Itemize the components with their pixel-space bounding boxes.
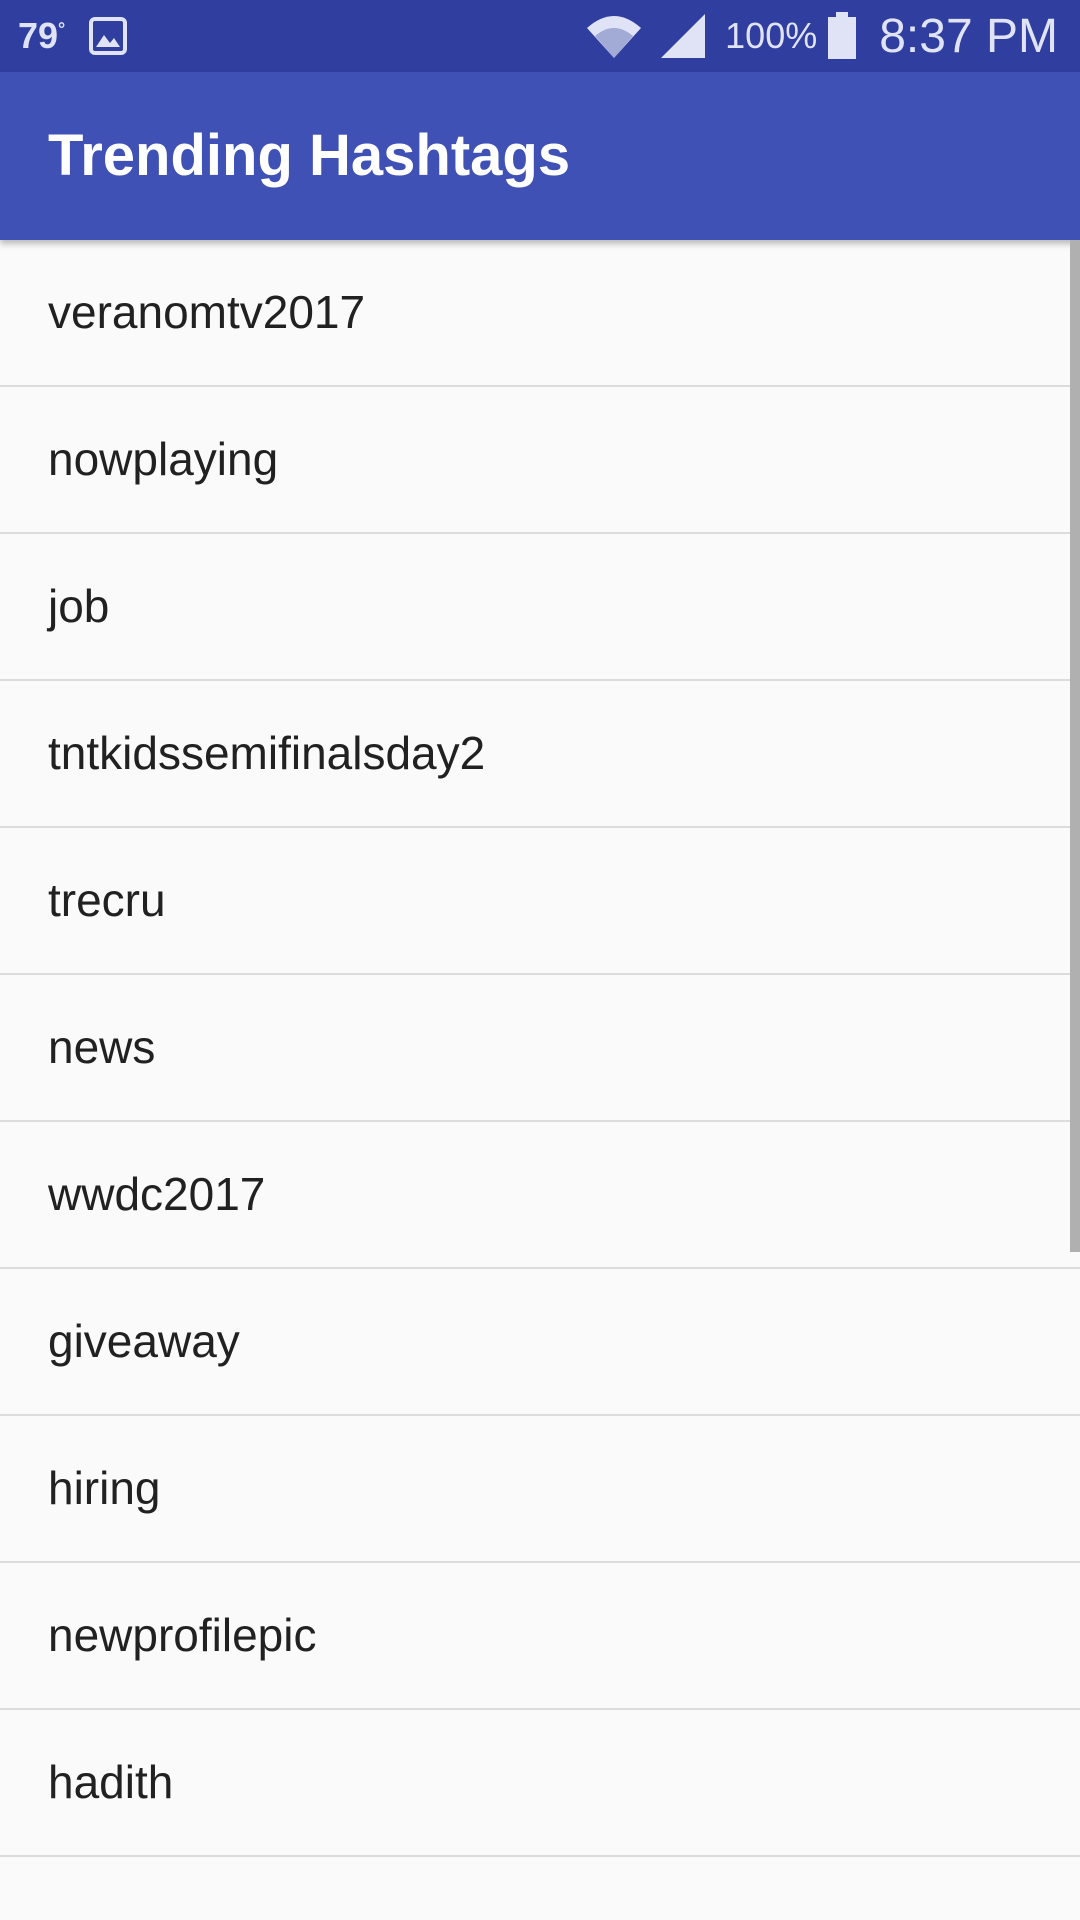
hashtag-list[interactable]: veranomtv2017 nowplaying job tntkidssemi…	[0, 240, 1080, 1920]
list-item-label: giveaway	[48, 1315, 240, 1367]
list-item[interactable]: news	[0, 975, 1080, 1122]
page-title: Trending Hashtags	[48, 123, 571, 188]
list-item-label: job	[48, 580, 110, 632]
list-item-label: news	[48, 1021, 156, 1073]
signal-icon	[661, 14, 706, 58]
list-item-label: veranomtv2017	[48, 286, 366, 338]
status-bar: 79° 100% 8:37 PM	[0, 0, 1080, 72]
list-item-label: trecru	[48, 874, 166, 926]
list-item[interactable]: job	[0, 534, 1080, 681]
list-item-label: tntkidssemifinalsday2	[48, 727, 486, 779]
list-item-label: hadith	[48, 1756, 174, 1808]
list-item-label: hiring	[48, 1462, 161, 1514]
list-item[interactable]: veranomtv2017	[0, 240, 1080, 387]
battery-icon	[828, 12, 857, 59]
temperature-value: 79	[18, 15, 59, 56]
list-item[interactable]: giveaway	[0, 1269, 1080, 1416]
wifi-icon	[587, 16, 642, 58]
status-clock: 8:37 PM	[879, 9, 1058, 63]
list-item[interactable]: hadith	[0, 1710, 1080, 1857]
list-item[interactable]: newprofilepic	[0, 1563, 1080, 1710]
status-bar-right: 100% 8:37 PM	[585, 0, 1058, 72]
gallery-icon	[89, 17, 128, 55]
list-item[interactable]: nowplaying	[0, 387, 1080, 534]
list-item[interactable]: wwdc2017	[0, 1122, 1080, 1269]
list-item[interactable]: trecru	[0, 828, 1080, 975]
weather-temperature: 79°	[18, 15, 65, 57]
list-item[interactable]: hiring	[0, 1416, 1080, 1563]
app-bar: Trending Hashtags	[0, 72, 1080, 240]
scrollbar[interactable]	[1070, 240, 1080, 1252]
battery-percent: 100%	[725, 15, 818, 56]
list-item-label: wwdc2017	[48, 1168, 266, 1220]
list-item-label: newprofilepic	[48, 1609, 317, 1661]
status-bar-left: 79°	[18, 0, 128, 72]
list-item-label: nowplaying	[48, 433, 279, 485]
degree-symbol: °	[58, 19, 66, 39]
list-item[interactable]: tntkidssemifinalsday2	[0, 681, 1080, 828]
